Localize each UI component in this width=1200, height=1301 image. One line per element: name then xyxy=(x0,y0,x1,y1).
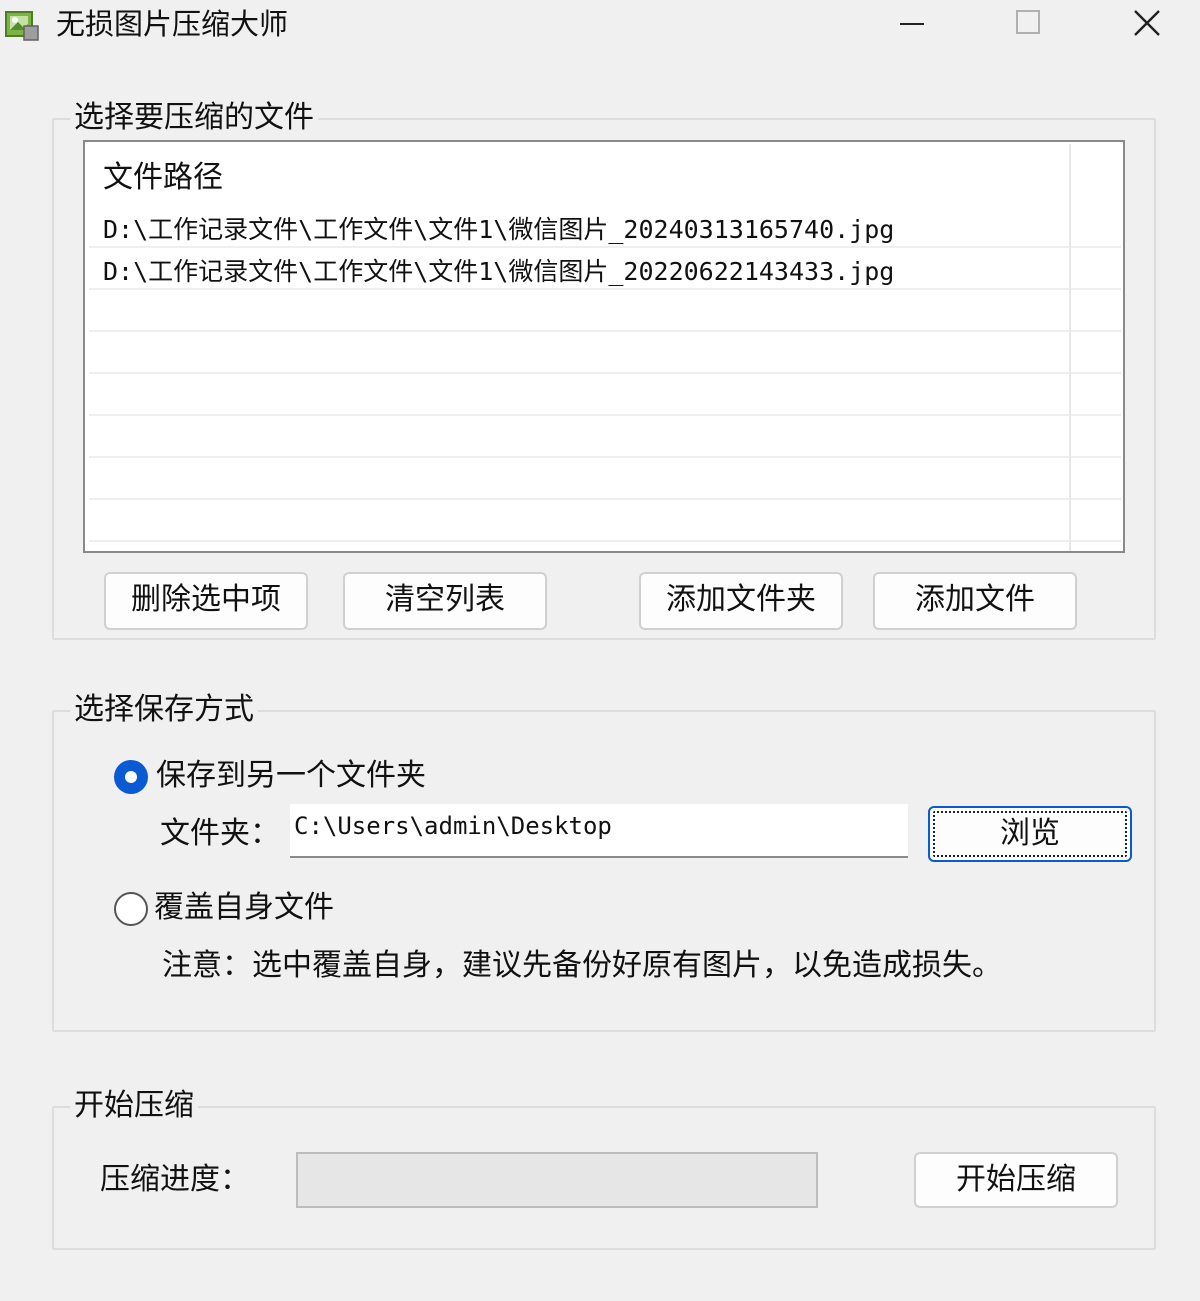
folder-label: 文件夹： xyxy=(160,816,280,851)
file-list[interactable]: 文件路径 D:\工作记录文件\工作文件\文件1\微信图片_20240313165… xyxy=(83,140,1125,553)
focus-rect xyxy=(933,811,1127,857)
save-other-folder-label[interactable]: 保存到另一个文件夹 xyxy=(156,756,426,796)
browse-button[interactable]: 浏览 xyxy=(928,806,1132,862)
save-group-title: 选择保存方式 xyxy=(70,692,258,728)
column-divider xyxy=(1069,144,1071,551)
clear-list-button[interactable]: 清空列表 xyxy=(343,572,547,630)
overwrite-note: 注意：选中覆盖自身，建议先备份好原有图片，以免造成损失。 xyxy=(162,948,1002,983)
delete-selected-button[interactable]: 删除选中项 xyxy=(104,572,308,630)
minimize-button[interactable] xyxy=(858,0,968,48)
window-title: 无损图片压缩大师 xyxy=(56,7,289,41)
close-button[interactable] xyxy=(1092,0,1200,48)
app-icon xyxy=(2,6,40,42)
overwrite-label[interactable]: 覆盖自身文件 xyxy=(154,888,334,928)
save-other-folder-radio[interactable] xyxy=(114,760,148,794)
list-item[interactable]: D:\工作记录文件\工作文件\文件1\微信图片_20240313165740.j… xyxy=(103,210,894,250)
maximize-button[interactable] xyxy=(974,0,1084,48)
compress-progress-bar xyxy=(296,1152,818,1208)
compress-group-title: 开始压缩 xyxy=(70,1088,198,1124)
add-folder-button[interactable]: 添加文件夹 xyxy=(639,572,843,630)
list-item[interactable]: D:\工作记录文件\工作文件\文件1\微信图片_20220622143433.j… xyxy=(103,252,894,292)
progress-label: 压缩进度： xyxy=(100,1162,250,1197)
column-header-file-path[interactable]: 文件路径 xyxy=(103,158,223,198)
start-compress-button[interactable]: 开始压缩 xyxy=(914,1152,1118,1208)
file-group-title: 选择要压缩的文件 xyxy=(70,100,318,136)
overwrite-radio[interactable] xyxy=(114,892,148,926)
folder-path-input[interactable]: C:\Users\admin\Desktop xyxy=(290,804,908,858)
add-file-button[interactable]: 添加文件 xyxy=(873,572,1077,630)
title-bar: 无损图片压缩大师 xyxy=(0,0,1200,52)
row-gridlines xyxy=(89,142,1121,551)
